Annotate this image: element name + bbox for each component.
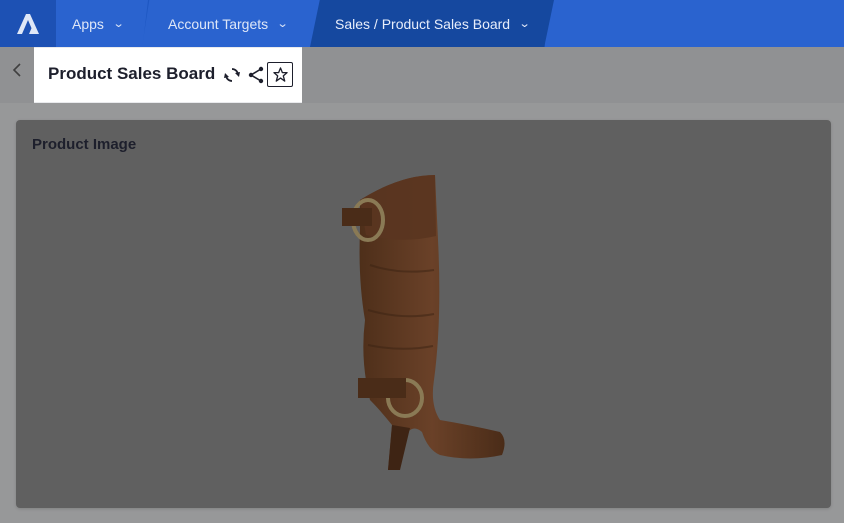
nav-apps[interactable]: Apps ⌄ [56,0,148,47]
star-icon [272,67,288,82]
refresh-button[interactable] [222,65,242,85]
overlay-dim [0,47,34,103]
page-title: Product Sales Board [48,64,216,83]
nav-apps-label: Apps [72,15,104,32]
refresh-icon [224,68,240,82]
chevron-down-icon: ⌄ [112,18,125,30]
chevron-down-icon: ⌄ [518,18,531,30]
app-logo[interactable] [0,0,56,47]
card-title: Product Image [32,136,137,153]
nav-current-label: Sales / Product Sales Board [335,15,511,32]
chevron-down-icon: ⌄ [276,18,289,30]
favorite-button[interactable] [267,62,293,87]
top-navigation: Apps ⌄ Account Targets ⌄ Sales / Product… [0,0,844,47]
overlay-dim [302,47,844,103]
app-logo-icon [17,13,39,34]
nav-account-targets[interactable]: Account Targets ⌄ [142,0,325,47]
nav-background [545,0,844,47]
product-image [342,175,505,470]
nav-current-page[interactable]: Sales / Product Sales Board ⌄ [310,0,554,47]
nav-account-targets-label: Account Targets [168,15,269,32]
share-icon [248,66,264,84]
share-button[interactable] [246,65,266,85]
